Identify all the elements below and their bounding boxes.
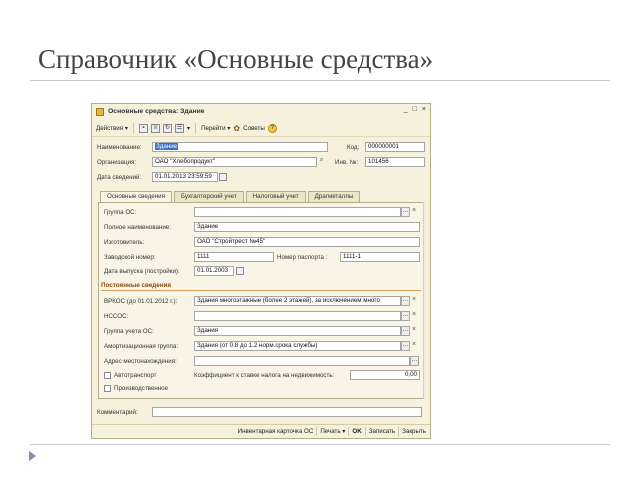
select-button[interactable]: …	[401, 326, 410, 336]
tab-tax[interactable]: Налоговый учет	[245, 191, 306, 202]
inventory-number-label: Инв. №:	[335, 159, 358, 166]
select-button[interactable]: …	[401, 311, 410, 321]
clear-icon[interactable]: ×	[412, 296, 416, 303]
manufacturer-field[interactable]: ОАО "Стройтрест №45"	[194, 237, 420, 247]
structure-icon[interactable]: ≡	[150, 123, 160, 133]
maximize-button[interactable]: □	[413, 106, 417, 113]
toolbar: Действия ▾ ▪ ≡ ↻ ☰ ▾ Перейти ▾ ✿ Советы …	[92, 120, 430, 137]
list-dropdown[interactable]: ▾	[187, 125, 190, 132]
location-address-label: Адрес местонахождения:	[104, 358, 177, 365]
serial-number-field[interactable]: 1111	[194, 252, 274, 262]
section-divider	[101, 290, 421, 291]
okof-field[interactable]: Здания многоэтажные (более 2 этажей), за…	[194, 296, 401, 306]
code-label: Код:	[347, 144, 360, 151]
save-icon[interactable]: ▪	[138, 123, 148, 133]
clear-icon[interactable]: ×	[412, 341, 416, 348]
print-label: Печать	[320, 428, 341, 435]
calendar-icon[interactable]	[236, 267, 244, 275]
ok-button[interactable]: OK	[352, 428, 361, 435]
info-date-field[interactable]: 01.01.2013 23:59:59	[152, 172, 218, 182]
nsos-label: НССОС:	[104, 313, 129, 320]
full-name-field[interactable]: Здание	[194, 222, 420, 232]
close-button[interactable]: Закрыть	[402, 428, 426, 435]
accounting-group-field[interactable]: Здания	[194, 326, 401, 336]
info-date-label: Дата сведений:	[97, 174, 142, 181]
slide-title: Справочник «Основные средства»	[38, 44, 434, 74]
inventory-card-button[interactable]: Инвентарная карточка ОС	[238, 428, 314, 435]
depreciation-group-label: Амортизационная группа:	[104, 343, 179, 350]
tab-accounting[interactable]: Бухгалтерский учет	[173, 191, 244, 202]
code-field[interactable]: 000000001	[365, 142, 425, 152]
name-field[interactable]: Здание	[152, 142, 328, 152]
button-separator	[364, 427, 366, 436]
object-form-window: Основные средства: Здание _ □ × Действия…	[91, 103, 431, 439]
button-separator	[316, 427, 318, 436]
goto-menu[interactable]: Перейти ▾	[201, 125, 230, 132]
section-title: Постоянные сведения	[101, 282, 172, 289]
release-date-field[interactable]: 01.01.2003	[194, 266, 234, 276]
production-label: Производственное	[114, 385, 169, 392]
select-button[interactable]: …	[410, 356, 419, 366]
form-icon	[96, 107, 104, 116]
button-separator	[348, 427, 350, 436]
refresh-icon[interactable]: ↻	[162, 123, 172, 133]
full-name-label: Полное наименование:	[104, 224, 171, 231]
clear-icon[interactable]: ×	[412, 311, 416, 318]
release-date-label: Дата выпуска (постройки):	[104, 268, 180, 275]
actions-menu[interactable]: Действия ▾	[96, 125, 128, 132]
tips-icon: ✿	[233, 123, 241, 133]
serial-number-label: Заводской номер:	[104, 254, 156, 261]
name-label: Наименование:	[97, 144, 142, 151]
goto-label: Перейти	[201, 124, 226, 132]
save-button[interactable]: Записать	[369, 428, 395, 435]
bottom-button-bar: Инвентарная карточка ОС Печать ▾ OK Запи…	[92, 424, 430, 438]
toolbar-separator	[132, 122, 134, 134]
nsos-field[interactable]	[194, 311, 401, 321]
name-value: Здание	[155, 143, 179, 150]
list-icon[interactable]: ☰	[174, 123, 184, 133]
tax-coefficient-label: Коэффициент к ставке налога на недвижимо…	[194, 372, 335, 379]
search-icon[interactable]: ⌕	[317, 157, 326, 167]
close-window-button[interactable]: ×	[422, 106, 426, 113]
clear-icon[interactable]: ×	[412, 207, 416, 214]
footer-divider	[30, 444, 610, 445]
production-checkbox[interactable]	[104, 385, 111, 392]
passport-number-field[interactable]: 1111-1	[340, 252, 420, 262]
organization-field[interactable]: ОАО "Хлебопродукт"	[152, 157, 317, 167]
vehicle-checkbox[interactable]	[104, 372, 111, 379]
asset-group-field[interactable]	[194, 207, 401, 217]
inventory-number-field[interactable]: 101456	[365, 157, 425, 167]
clear-icon[interactable]: ×	[412, 326, 416, 333]
organization-label: Организация:	[97, 159, 137, 166]
button-separator	[398, 427, 400, 436]
select-button[interactable]: …	[401, 296, 410, 306]
vertical-scrollbar[interactable]	[423, 202, 429, 399]
accounting-group-label: Группа учета ОС:	[104, 328, 154, 335]
slide-arrow-icon	[29, 451, 36, 461]
window-title: Основные средства: Здание	[108, 108, 205, 115]
okof-label: ВРКОС (до 01.01.2012 г.):	[104, 298, 178, 305]
location-address-field[interactable]	[194, 356, 410, 366]
manufacturer-label: Изготовитель:	[104, 239, 145, 246]
vehicle-label: Автотранспорт	[114, 372, 157, 379]
calendar-icon[interactable]	[219, 173, 227, 181]
tax-coefficient-field[interactable]: 0,00	[350, 370, 420, 380]
select-button[interactable]: …	[401, 341, 410, 351]
window-titlebar: Основные средства: Здание _ □ ×	[92, 104, 430, 119]
actions-label: Действия	[96, 124, 124, 132]
help-icon[interactable]: ?	[267, 123, 277, 133]
depreciation-group-field[interactable]: Здания (от 0.8 до 1.2 норм.срока службы)	[194, 341, 401, 351]
comment-label: Комментарий:	[97, 409, 138, 416]
title-divider	[30, 80, 610, 81]
toolbar-separator	[195, 122, 197, 134]
tab-precious-metals[interactable]: Драгметаллы	[307, 191, 361, 202]
minimize-button[interactable]: _	[404, 106, 408, 113]
asset-group-label: Группа ОС:	[104, 209, 137, 216]
tips-button[interactable]: Советы	[243, 125, 265, 132]
select-button[interactable]: …	[401, 207, 410, 217]
print-menu[interactable]: Печать ▾	[320, 428, 345, 435]
comment-field[interactable]	[152, 407, 422, 417]
passport-number-label: Номер паспорта :	[277, 254, 328, 261]
